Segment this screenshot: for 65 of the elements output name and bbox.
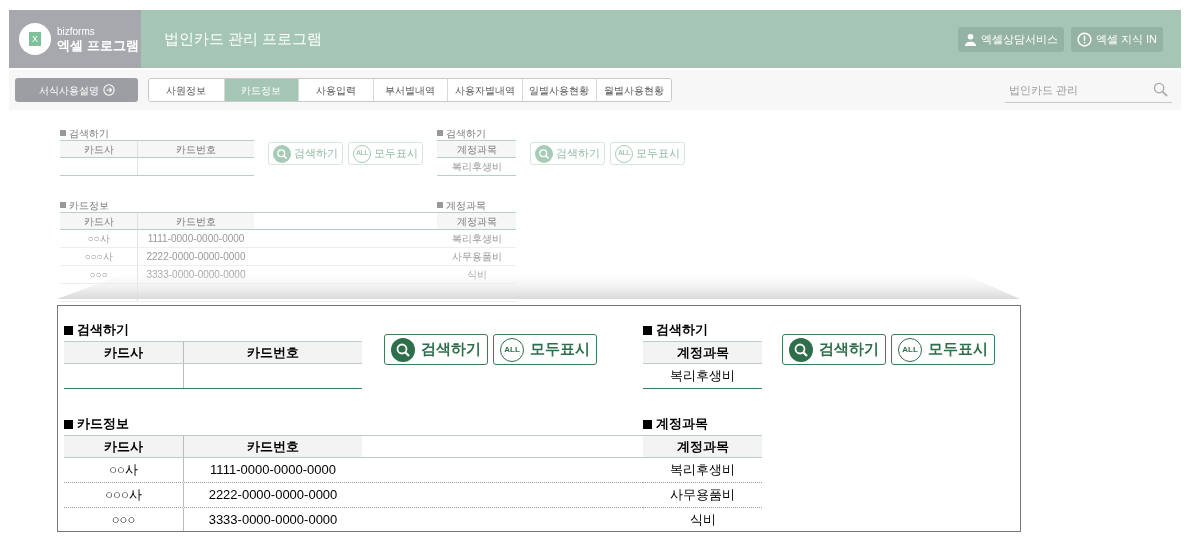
table-cell: 2222-0000-0000-0000 <box>137 248 254 265</box>
search-icon <box>1153 82 1168 97</box>
search-button[interactable]: 검색하기 <box>384 334 488 365</box>
table-cell-text: ○○○사 <box>83 250 114 264</box>
square-icon <box>643 325 652 335</box>
column-header: 계정과목 <box>643 342 762 363</box>
section-title-text: 계정과목 <box>656 415 708 434</box>
square-icon <box>437 202 443 208</box>
logo-letter: X <box>29 32 41 46</box>
table-cell-text: ○○○ <box>110 511 137 530</box>
table-cell-text: 사무용품비 <box>669 486 736 505</box>
square-icon <box>64 419 73 429</box>
column-header: 계정과목 <box>437 213 516 229</box>
section-title-text: 계정과목 <box>446 198 486 213</box>
section-title-text: 카드정보 <box>69 198 109 213</box>
section-title-text: 검색하기 <box>656 321 708 340</box>
section-title-text: 검색하기 <box>69 126 109 141</box>
logo-caption: bizforms <box>57 26 96 37</box>
arrow-icon <box>102 84 115 96</box>
table-cell-text: ○○사 <box>86 232 111 246</box>
square-icon <box>60 202 66 208</box>
table-cell-text: 사무용품비 <box>450 250 503 264</box>
input-field[interactable]: 복리후생비 <box>437 158 516 175</box>
exclamation-icon <box>1076 31 1092 47</box>
column-header: 카드번호 <box>137 213 254 229</box>
column-header: 카드번호 <box>183 436 362 457</box>
input-field[interactable]: 복리후생비 <box>643 364 762 388</box>
table-cell-text: ○○사 <box>108 461 139 480</box>
search-field[interactable]: 법인카드 관리 <box>1005 77 1153 102</box>
column-header: 카드번호 <box>137 141 254 157</box>
program-title: 법인카드 관리 프로그램 <box>164 28 323 49</box>
table-cell-text: 식비 <box>465 268 488 282</box>
square-icon <box>643 419 652 429</box>
nav-tab[interactable]: 월별사용현황 <box>596 79 671 101</box>
column-header: 계정과목 <box>643 436 762 457</box>
column-header: 카드사 <box>60 213 137 229</box>
show-all-button[interactable]: ALL 모두표시 <box>891 334 995 365</box>
table-cell-text: ○○○ <box>88 268 109 282</box>
column-header: 카드사 <box>60 141 137 157</box>
logo-title: 엑셀 프로그램 <box>57 38 139 52</box>
section-title-text: 검색하기 <box>446 126 486 141</box>
search-button[interactable]: 검색하기 <box>782 334 886 365</box>
table-cell-text: 복리후생비 <box>669 461 736 480</box>
table-cell: 2222-0000-0000-0000 <box>183 483 362 507</box>
column-header: 카드사 <box>64 342 183 363</box>
search-icon <box>273 144 291 163</box>
table-cell-text: 복리후생비 <box>450 232 503 246</box>
section-title-text: 검색하기 <box>77 321 129 340</box>
square-icon <box>64 325 73 335</box>
search-icon <box>391 337 415 362</box>
table-cell: 1111-0000-0000-0000 <box>137 230 254 247</box>
table-cell: 3333-0000-0000-0000 <box>183 508 362 531</box>
column-header: 카드번호 <box>183 342 362 363</box>
section-title-text: 카드정보 <box>77 415 129 434</box>
column-header: 계정과목 <box>437 141 516 157</box>
search-icon <box>535 144 553 163</box>
table-cell: 1111-0000-0000-0000 <box>183 458 362 482</box>
square-icon <box>437 130 443 136</box>
person-icon <box>963 32 977 46</box>
square-icon <box>60 130 66 136</box>
table-cell-text: 식비 <box>688 511 717 530</box>
show-all-button[interactable]: ALL 모두표시 <box>493 334 597 365</box>
search-icon <box>789 337 813 362</box>
table-cell-text: ○○○사 <box>104 486 143 505</box>
column-header: 카드사 <box>64 436 183 457</box>
